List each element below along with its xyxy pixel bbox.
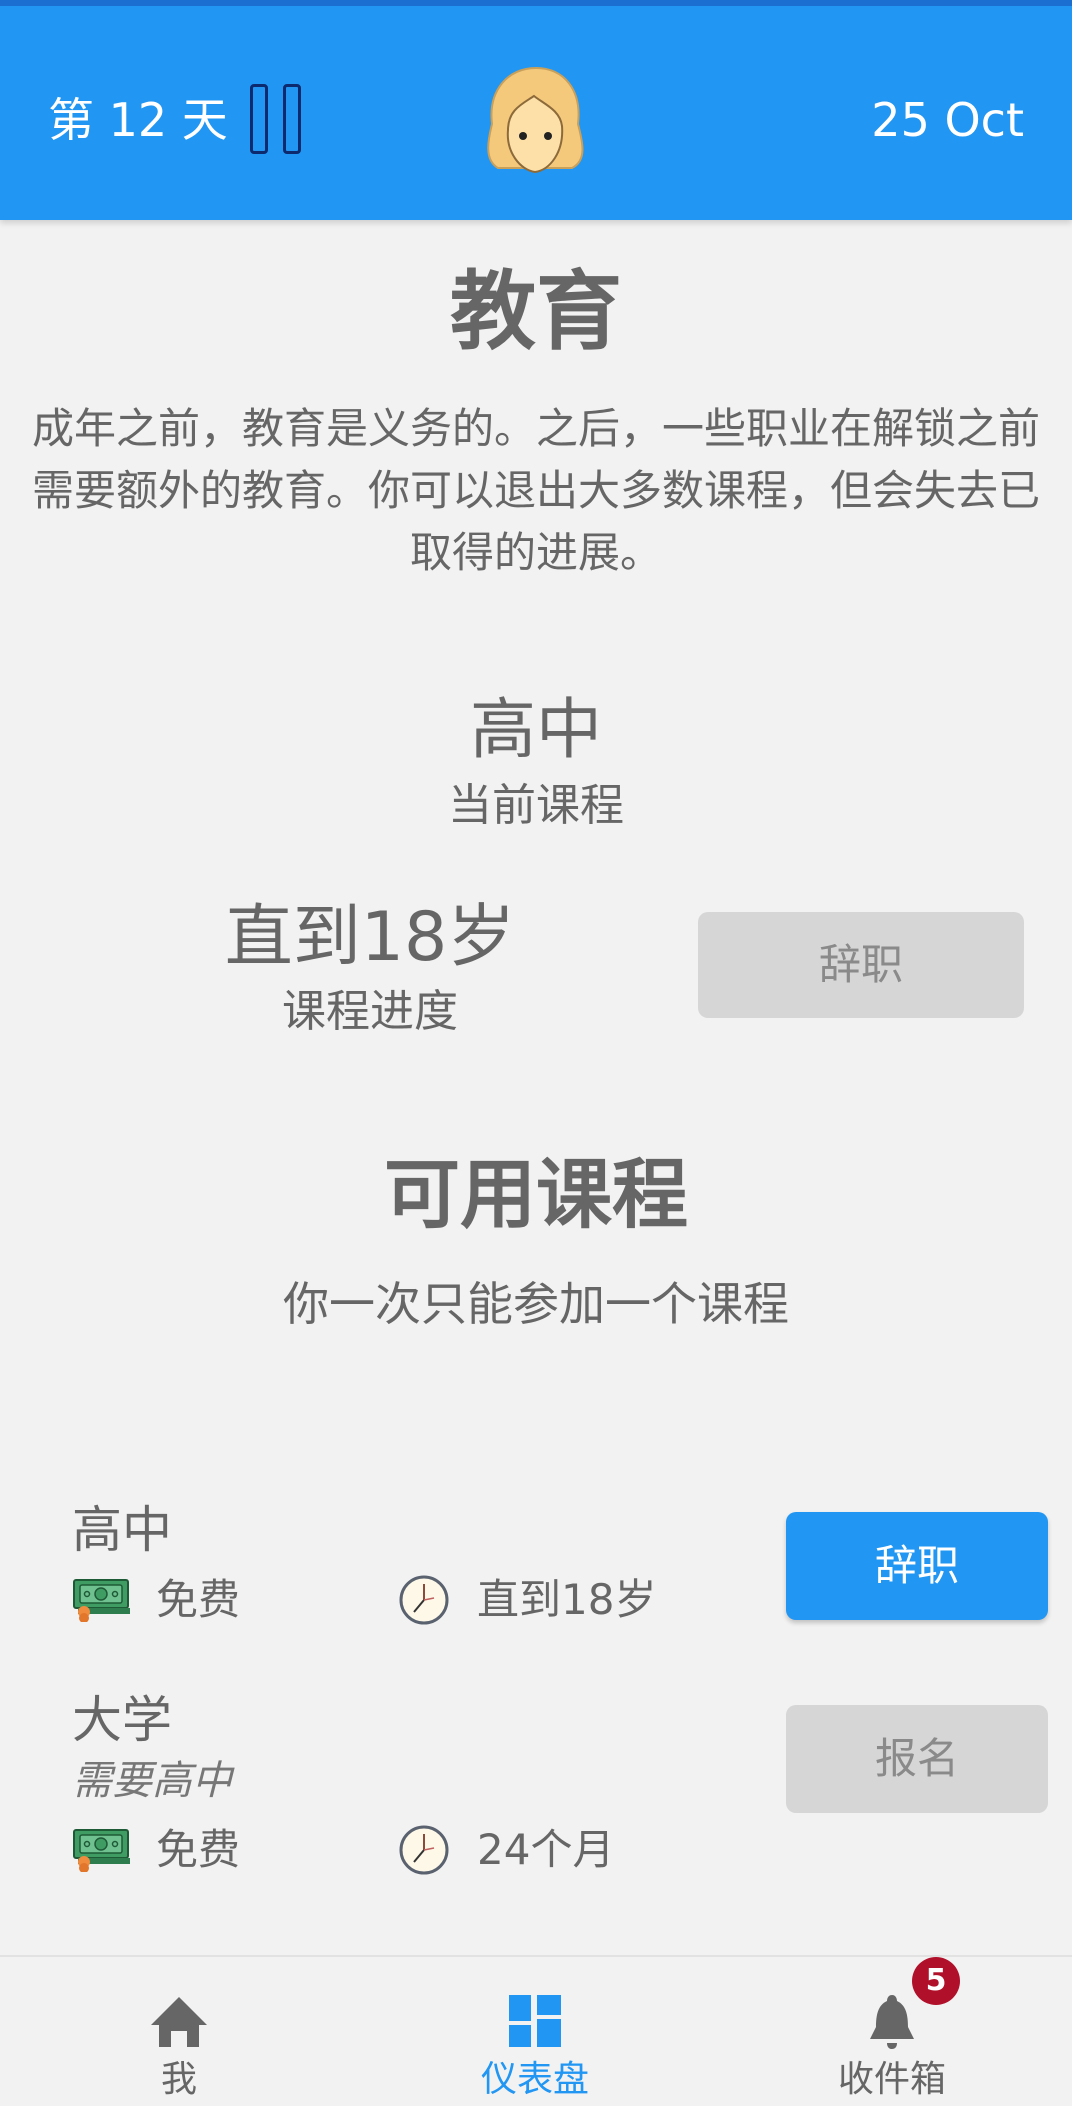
course-progress-value: 直到18岁 xyxy=(224,898,516,977)
current-course-caption: 当前课程 xyxy=(448,780,624,831)
course-name: 高中 xyxy=(72,1501,172,1559)
course-meta: 免费 24个月 xyxy=(72,1820,672,1880)
bell-icon xyxy=(870,1995,914,2049)
dashboard-icon xyxy=(509,1995,561,2047)
course-duration: 直到18岁 xyxy=(477,1575,657,1624)
available-courses-subtitle: 你一次只能参加一个课程 xyxy=(283,1277,789,1331)
clock-icon xyxy=(399,1575,449,1625)
pause-icon-bar xyxy=(283,84,301,154)
page-description: 成年之前，教育是义务的。之后，一些职业在解锁之前需要额外的教育。你可以退出大多数… xyxy=(31,404,1040,577)
page-title: 教育 xyxy=(450,262,622,362)
quit-course-button[interactable]: 辞职 xyxy=(786,1512,1048,1620)
nav-tab-inbox[interactable]: 5 收件箱 xyxy=(772,1957,1012,2106)
nav-tab-label: 仪表盘 xyxy=(480,2059,589,2100)
day-counter: 第 12 天 xyxy=(48,93,228,147)
clock-icon xyxy=(399,1825,449,1875)
date-label: 25 Oct xyxy=(871,93,1024,147)
money-icon xyxy=(73,1579,130,1622)
course-progress-caption: 课程进度 xyxy=(282,986,458,1037)
home-icon xyxy=(151,1997,207,2047)
female-avatar-icon[interactable] xyxy=(478,60,593,180)
course-progress: 直到18岁 课程进度 xyxy=(170,898,570,1038)
course-duration: 24个月 xyxy=(477,1825,615,1874)
nav-tab-label: 我 xyxy=(160,2059,197,2100)
course-requirement: 需要高中 xyxy=(72,1758,232,1804)
current-course-name: 高中 xyxy=(470,691,602,768)
notification-badge: 5 xyxy=(912,1957,960,2005)
course-cost: 免费 xyxy=(156,1575,241,1624)
available-courses-title: 可用课程 xyxy=(384,1150,688,1239)
pause-button[interactable] xyxy=(250,84,310,154)
course-cost: 免费 xyxy=(156,1825,241,1874)
nav-tab-dashboard[interactable]: 仪表盘 xyxy=(415,1957,655,2106)
quit-current-course-button[interactable]: 辞职 xyxy=(698,912,1024,1018)
top-app-bar: 第 12 天 25 Oct xyxy=(0,0,1072,220)
nav-tab-label: 收件箱 xyxy=(837,2059,946,2100)
course-name: 大学 xyxy=(72,1691,172,1749)
pause-icon xyxy=(250,84,268,154)
bottom-navigation: 我 仪表盘 5 收件箱 xyxy=(0,1955,1072,2106)
course-meta: 免费 直到18岁 xyxy=(72,1570,672,1630)
enroll-course-button[interactable]: 报名 xyxy=(786,1705,1048,1813)
money-icon xyxy=(73,1829,130,1872)
nav-tab-me[interactable]: 我 xyxy=(59,1957,299,2106)
